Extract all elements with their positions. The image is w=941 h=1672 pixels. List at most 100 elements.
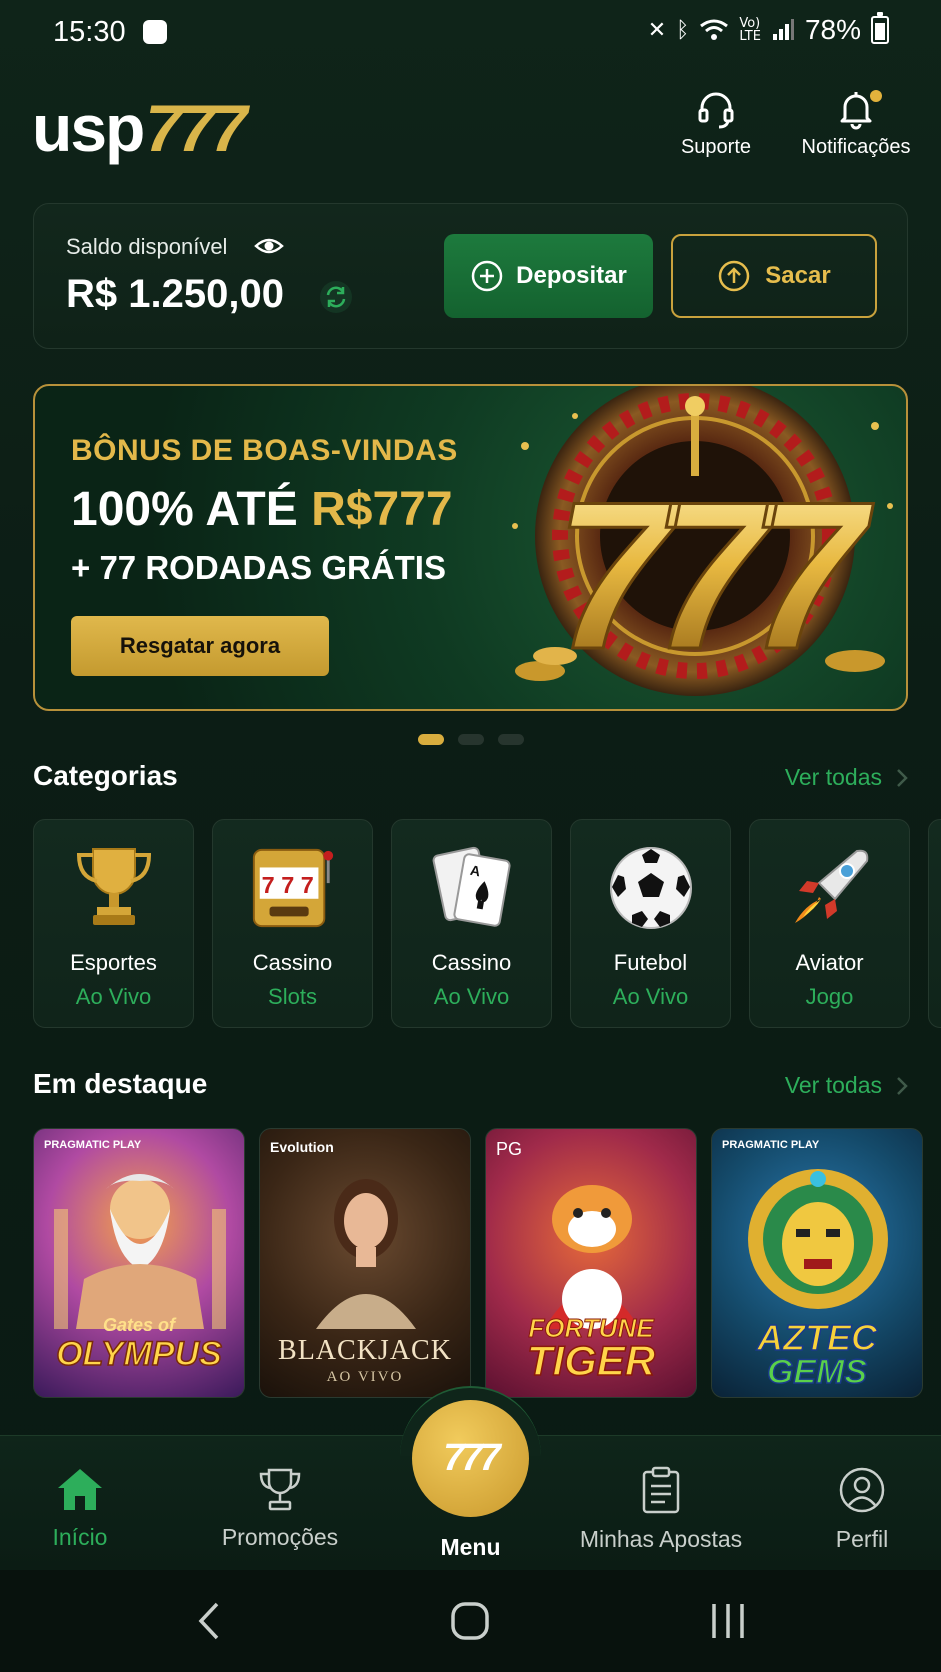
category-line2: Ao Vivo <box>612 984 689 1009</box>
category-live-sports[interactable]: Esportes Ao Vivo <box>33 819 194 1028</box>
nav-menu-label[interactable]: Menu <box>400 1534 541 1561</box>
clipboard-icon <box>642 1466 680 1514</box>
game-title-top: Gates of <box>102 1315 176 1335</box>
featured-games-list: PRAGMATIC PLAY Gates of OLYMPUS Evolutio… <box>33 1128 941 1398</box>
banner-subtitle: BÔNUS DE BOAS-VINDAS <box>71 434 458 467</box>
see-all-label: Ver todas <box>784 1072 882 1098</box>
withdraw-label: Sacar <box>765 262 831 289</box>
banner-title: 100% ATÉ R$777 <box>71 482 453 537</box>
headset-icon <box>698 92 734 129</box>
menu-logo-777: 777 <box>443 1437 500 1479</box>
support-button[interactable]: Suporte <box>672 88 760 159</box>
logo-text-usp: usp <box>32 91 145 165</box>
back-icon[interactable] <box>193 1600 223 1642</box>
categories-title: Categorias <box>33 760 178 791</box>
header: usp 777 Suporte Notificações <box>0 80 941 170</box>
nav-label: Perfil <box>835 1526 889 1552</box>
notifications-button[interactable]: Notificações <box>798 88 914 159</box>
app-notification-icon <box>143 20 167 44</box>
wifi-icon <box>700 19 729 40</box>
category-live-football[interactable]: Futebol Ao Vivo <box>570 819 731 1028</box>
svg-text:7: 7 <box>281 872 294 898</box>
category-line1: Esportes <box>70 950 157 975</box>
banner-free-spins: + 77 RODADAS GRÁTIS <box>71 549 446 586</box>
withdraw-button[interactable]: Sacar <box>671 234 877 318</box>
notification-badge <box>870 90 882 102</box>
see-all-label: Ver todas <box>784 764 882 790</box>
game-title: TIGER <box>526 1336 656 1385</box>
category-aviator-game[interactable]: Aviator Jogo <box>749 819 910 1028</box>
banner-title-part1: 100% ATÉ <box>71 483 312 536</box>
recent-apps-icon[interactable] <box>708 1600 748 1642</box>
featured-title: Em destaque <box>33 1068 208 1099</box>
refresh-icon[interactable] <box>319 280 353 319</box>
category-card-partial[interactable] <box>928 819 941 1028</box>
categories-see-all-link[interactable]: Ver todas <box>785 764 908 791</box>
category-line1: Cassino <box>431 950 512 975</box>
category-line2: Slots <box>268 984 317 1009</box>
category-line2: Ao Vivo <box>433 984 510 1009</box>
banner-art-777: 777 <box>555 458 874 693</box>
nav-promotions[interactable]: Promoções <box>210 1466 350 1551</box>
rocket-icon <box>785 842 875 934</box>
mute-icon: ✕ <box>647 17 667 43</box>
user-circle-icon <box>839 1467 885 1513</box>
playing-cards-icon: A <box>427 842 517 934</box>
game-subtitle: AO VIVO <box>326 1369 404 1385</box>
status-bar: 15:30 ✕ ᛒ Vo) LTE 78% <box>0 0 941 66</box>
volte-icon: Vo) LTE <box>739 16 761 44</box>
upload-circle-icon <box>719 260 750 292</box>
game-card-gates-of-olympus[interactable]: PRAGMATIC PLAY Gates of OLYMPUS <box>33 1128 245 1398</box>
signal-icon <box>772 19 794 40</box>
plus-circle-icon <box>471 260 503 292</box>
carousel-dot-active[interactable] <box>417 734 444 745</box>
categories-list: Esportes Ao Vivo 777 Cassino Slots A Cas… <box>33 819 941 1028</box>
carousel-dot[interactable] <box>457 734 484 745</box>
trophy-outline-icon <box>259 1468 301 1511</box>
brand-logo[interactable]: usp 777 <box>32 90 247 166</box>
status-time: 15:30 <box>53 16 126 48</box>
soccer-ball-icon <box>606 842 696 934</box>
system-navigation-bar <box>0 1570 941 1672</box>
logo-text-777: 777 <box>145 91 247 165</box>
promo-banner[interactable]: BÔNUS DE BOAS-VINDAS 100% ATÉ R$777 + 77… <box>33 384 908 711</box>
svg-text:7: 7 <box>261 872 274 898</box>
carousel-dot[interactable] <box>497 734 524 745</box>
game-title: OLYMPUS <box>55 1334 222 1374</box>
home-circle-icon[interactable] <box>450 1600 490 1642</box>
svg-text:7: 7 <box>300 872 313 898</box>
balance-value: R$ 1.250,00 <box>66 272 284 316</box>
nav-label: Minhas Apostas <box>579 1526 743 1552</box>
banner-carousel-dots <box>0 734 941 745</box>
eye-icon[interactable] <box>254 234 284 263</box>
nav-profile[interactable]: Perfil <box>820 1466 904 1553</box>
nav-menu-777-button[interactable]: 777 <box>412 1400 529 1517</box>
status-indicators: ✕ ᛒ Vo) LTE 78% <box>647 12 889 46</box>
claim-now-button[interactable]: Resgatar agora <box>71 616 329 676</box>
battery-icon <box>871 12 889 44</box>
slot-machine-icon: 777 <box>248 842 338 934</box>
game-card-blackjack[interactable]: Evolution BLACKJACK AO VIVO <box>259 1128 471 1398</box>
category-line1: Futebol <box>613 950 688 975</box>
game-card-aztec-gems[interactable]: PRAGMATIC PLAY AZTEC GEMS <box>711 1128 923 1398</box>
game-card-fortune-tiger[interactable]: PG FORTUNE TIGER <box>485 1128 697 1398</box>
nav-home[interactable]: Início <box>44 1466 116 1551</box>
category-live-casino[interactable]: A Cassino Ao Vivo <box>391 819 552 1028</box>
banner-title-amount: R$777 <box>311 483 453 536</box>
deposit-button[interactable]: Depositar <box>444 234 653 318</box>
game-title: GEMS <box>766 1352 868 1392</box>
bottom-navigation: Início Promoções 777 Menu Minhas Apostas… <box>0 1386 941 1570</box>
category-casino-slots[interactable]: 777 Cassino Slots <box>212 819 373 1028</box>
category-line1: Aviator <box>795 950 864 975</box>
home-icon <box>58 1469 102 1510</box>
support-label: Suporte <box>680 136 752 158</box>
category-line2: Jogo <box>805 984 854 1009</box>
chevron-right-icon <box>897 768 908 787</box>
category-line2: Ao Vivo <box>75 984 152 1009</box>
battery-percent: 78% <box>804 14 861 45</box>
trophy-icon <box>69 842 159 934</box>
nav-my-bets[interactable]: Minhas Apostas <box>572 1466 750 1553</box>
featured-see-all-link[interactable]: Ver todas <box>785 1072 908 1099</box>
balance-label: Saldo disponível <box>66 234 228 259</box>
deposit-label: Depositar <box>516 262 627 289</box>
